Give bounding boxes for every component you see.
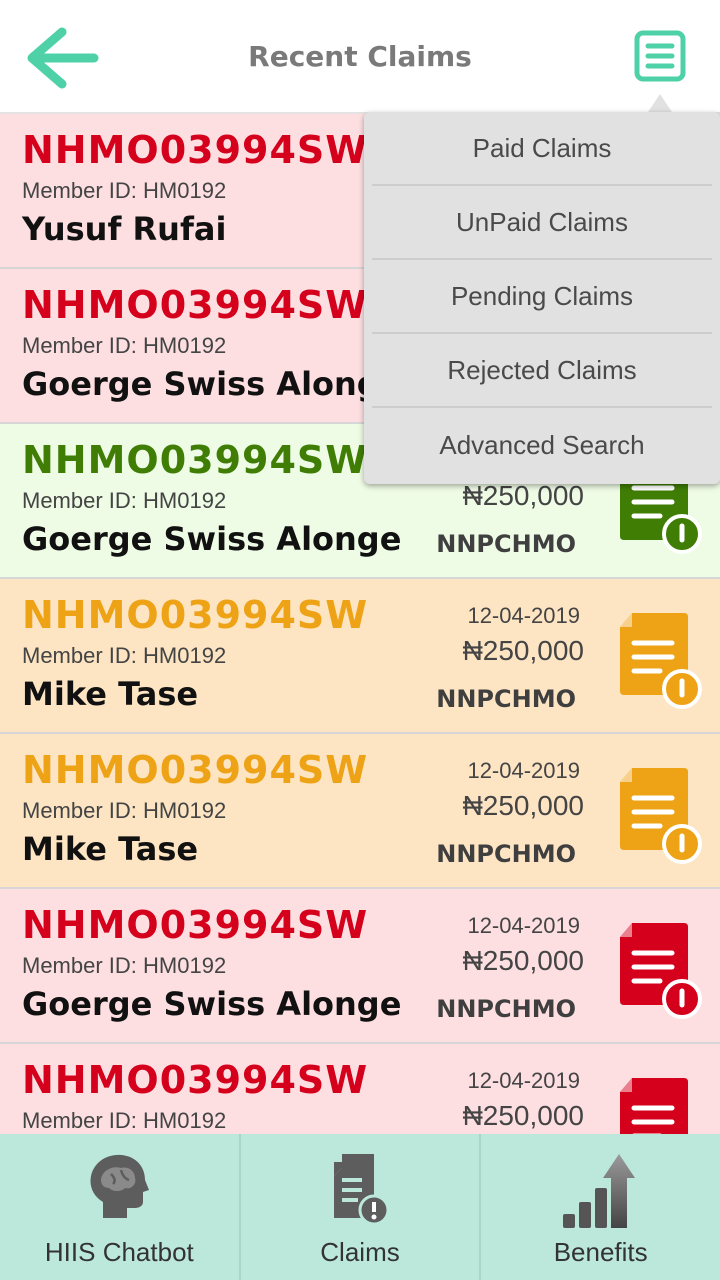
- menu-item-advanced-search[interactable]: Advanced Search: [372, 408, 712, 482]
- claim-date: 12-04-2019: [467, 758, 580, 783]
- claim-amount: ₦250,000: [462, 790, 584, 821]
- member-name: Mike Tase: [22, 830, 199, 868]
- tab-claims[interactable]: Claims: [241, 1134, 482, 1280]
- brain-head-icon: [90, 1154, 150, 1218]
- claim-row[interactable]: NHMO03994SW Member ID: HM0192 Mike Tase 12-…: [0, 579, 720, 734]
- document-pending-icon: [620, 923, 702, 1019]
- document-pending-icon: [620, 1078, 688, 1134]
- claim-code: NHMO03994SW: [22, 283, 369, 327]
- member-name: Goerge Swiss Alonge: [22, 985, 402, 1023]
- tab-benefits[interactable]: Benefits: [481, 1134, 720, 1280]
- hmo-name: NNPCHMO: [436, 840, 576, 868]
- member-id: Member ID: HM0192: [22, 798, 227, 823]
- member-id: Member ID: HM0192: [22, 488, 227, 513]
- menu-item-paid-claims[interactable]: Paid Claims: [372, 112, 712, 186]
- member-name: Yusuf Rufai: [22, 210, 227, 248]
- member-id: Member ID: HM0192: [22, 953, 227, 978]
- claim-code: NHMO03994SW: [22, 128, 369, 172]
- dropdown-pointer: [648, 94, 672, 112]
- bottom-navigation: HIIS Chatbot Claims Benefits: [0, 1134, 720, 1280]
- filter-dropdown-menu: Paid Claims UnPaid Claims Pending Claims…: [364, 112, 720, 484]
- tab-label-claims: Claims: [320, 1237, 400, 1267]
- tab-label-benefits: Benefits: [553, 1237, 648, 1267]
- claim-date: 12-04-2019: [467, 913, 580, 938]
- claim-code: NHMO03994SW: [22, 593, 369, 637]
- claim-row[interactable]: NHMO03994SW Member ID: HM0192 12-04-2019 ₦2…: [0, 1044, 720, 1134]
- claim-amount: ₦250,000: [462, 480, 584, 511]
- claim-row[interactable]: NHMO03994SW Member ID: HM0192 Goerge Swiss…: [0, 889, 720, 1044]
- claim-amount: ₦250,000: [462, 635, 584, 666]
- claim-code: NHMO03994SW: [22, 903, 369, 947]
- menu-list-icon[interactable]: [634, 30, 686, 82]
- document-pending-icon: [620, 613, 702, 709]
- member-id: Member ID: HM0192: [22, 1108, 227, 1133]
- member-id: Member ID: HM0192: [22, 333, 227, 358]
- hmo-name: NNPCHMO: [436, 685, 576, 713]
- menu-item-unpaid-claims[interactable]: UnPaid Claims: [372, 186, 712, 260]
- claims-document-icon: [334, 1154, 390, 1226]
- member-name: Mike Tase: [22, 675, 199, 713]
- claim-code: NHMO03994SW: [22, 748, 369, 792]
- claim-date: 12-04-2019: [467, 603, 580, 628]
- tab-label-chatbot: HIIS Chatbot: [44, 1237, 194, 1267]
- claim-code: NHMO03994SW: [22, 438, 369, 482]
- claim-date: 12-04-2019: [467, 1068, 580, 1093]
- hmo-name: NNPCHMO: [436, 530, 576, 558]
- document-pending-icon: [620, 768, 702, 864]
- bar-chart-up-icon: [562, 1154, 635, 1228]
- menu-item-pending-claims[interactable]: Pending Claims: [372, 260, 712, 334]
- hmo-name: NNPCHMO: [436, 995, 576, 1023]
- claim-amount: ₦250,000: [462, 1100, 584, 1131]
- menu-item-rejected-claims[interactable]: Rejected Claims: [372, 334, 712, 408]
- page-title: Recent Claims: [248, 40, 472, 73]
- member-id: Member ID: HM0192: [22, 643, 227, 668]
- claim-amount: ₦250,000: [462, 945, 584, 976]
- tab-hiis-chatbot[interactable]: HIIS Chatbot: [0, 1134, 241, 1280]
- member-id: Member ID: HM0192: [22, 178, 227, 203]
- member-name: Goerge Swiss Alonge: [22, 520, 402, 558]
- member-name: Goerge Swiss Along: [22, 365, 380, 403]
- claim-row[interactable]: NHMO03994SW Member ID: HM0192 Mike Tase 12-…: [0, 734, 720, 889]
- claim-code: NHMO03994SW: [22, 1058, 369, 1102]
- app-header: Recent Claims: [0, 0, 720, 114]
